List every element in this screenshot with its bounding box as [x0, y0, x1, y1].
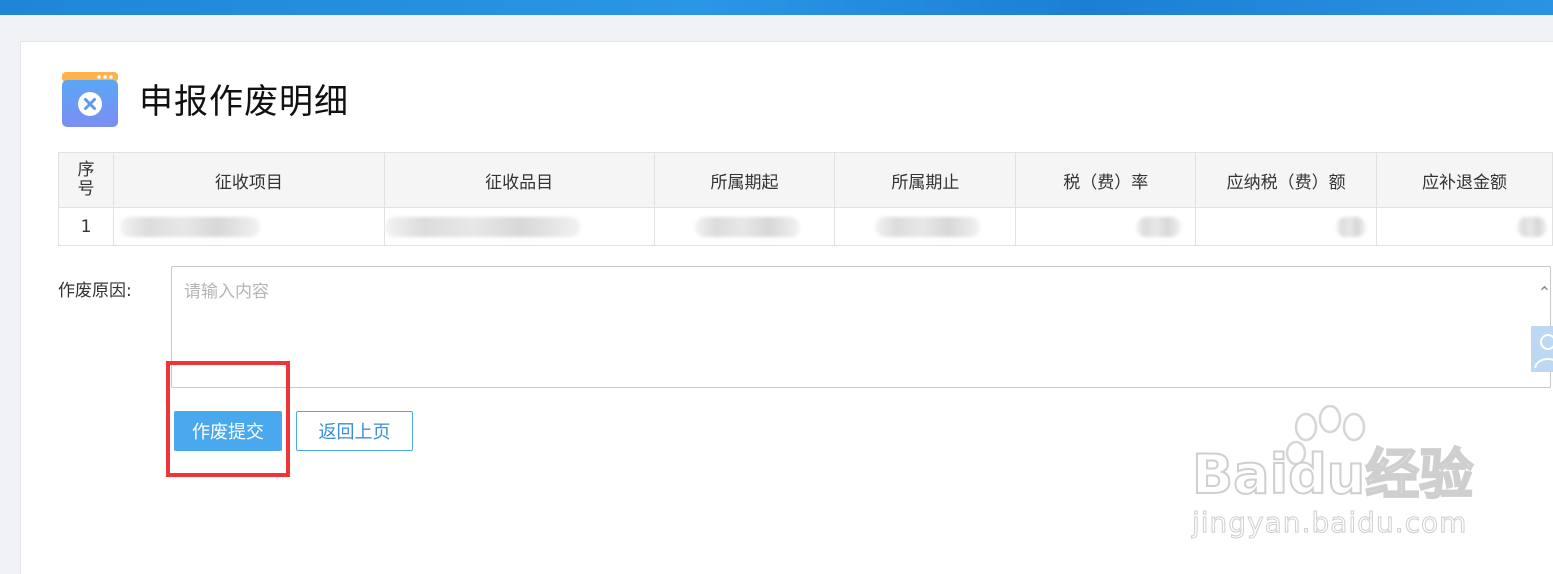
cell-seq: 1	[58, 207, 114, 246]
detail-table: 序 号 征收项目 征收品目 所属期起 所属期止 税（费）率 应纳税（费）额 应补…	[58, 152, 1553, 246]
page-title: 申报作废明细	[139, 82, 349, 122]
cell-levy-item-redacted	[112, 207, 385, 246]
column-header-seq: 序 号	[58, 152, 114, 208]
close-window-icon	[62, 72, 118, 127]
column-header-levy-category: 征收品目	[383, 152, 655, 208]
column-header-tax-rate: 税（费）率	[1015, 152, 1197, 208]
column-header-tax-payable: 应纳税（费）额	[1195, 152, 1378, 208]
column-header-seq-line1: 序	[77, 160, 95, 180]
table-header-row: 序 号 征收项目 征收品目 所属期起 所属期止 税（费）率 应纳税（费）额 应补…	[58, 152, 1553, 208]
chevron-up-icon[interactable]: ⌃	[1536, 283, 1553, 303]
void-submit-button[interactable]: 作废提交	[174, 411, 282, 451]
column-header-period-end: 所属期止	[834, 152, 1017, 208]
watermark-brand: Baidu经验	[1192, 443, 1473, 506]
cell-period-start-redacted	[653, 207, 836, 246]
watermark-url: jingyan.baidu.com	[1191, 506, 1468, 540]
column-header-refund-amount: 应补退金额	[1376, 152, 1553, 208]
cell-refund-amount-redacted	[1376, 207, 1553, 246]
column-header-levy-item: 征收项目	[112, 152, 385, 208]
top-header-bar	[0, 0, 1553, 15]
reason-label: 作废原因:	[58, 281, 132, 301]
back-button[interactable]: 返回上页	[296, 411, 413, 451]
cell-tax-payable-redacted	[1195, 207, 1378, 246]
cell-levy-category-redacted	[383, 207, 655, 246]
column-header-seq-line2: 号	[77, 179, 95, 199]
table-row: 1	[58, 207, 1553, 246]
user-icon[interactable]	[1531, 326, 1553, 372]
cell-tax-rate-redacted	[1015, 207, 1197, 246]
cell-period-end-redacted	[834, 207, 1017, 246]
column-header-period-start: 所属期起	[653, 152, 836, 208]
reason-textarea[interactable]	[171, 266, 1551, 388]
